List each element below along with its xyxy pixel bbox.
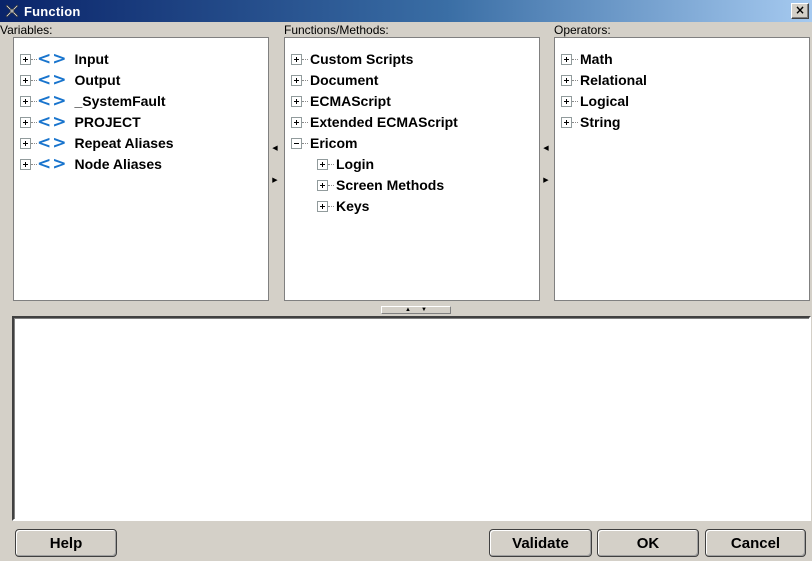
expand-icon[interactable]	[20, 95, 31, 107]
close-button[interactable]: ×	[791, 3, 809, 19]
tree-item-label: Document	[310, 72, 379, 88]
tree-item-document[interactable]: Document	[291, 69, 378, 91]
tree-item-label: Repeat Aliases	[74, 135, 174, 151]
horizontal-splitter[interactable]: ▲ ▼	[381, 306, 451, 314]
expand-icon[interactable]	[561, 95, 572, 107]
tree-item-label: ECMAScript	[310, 93, 391, 109]
tree-item-label: Relational	[580, 72, 647, 88]
operators-panel[interactable]: Math Relational Logical String	[554, 37, 810, 301]
tree-item-label: Login	[336, 156, 375, 172]
arrow-left-icon[interactable]: ◀	[272, 144, 277, 152]
expand-icon[interactable]	[317, 200, 328, 212]
arrow-right-icon[interactable]: ▶	[272, 176, 277, 184]
operators-label: Operators:	[554, 23, 611, 37]
tree-item-label: Output	[74, 72, 121, 88]
tree-item-custom-scripts[interactable]: Custom Scripts	[291, 48, 413, 70]
expand-icon[interactable]	[20, 53, 31, 65]
tree-item-label: String	[580, 114, 621, 130]
expand-icon[interactable]	[291, 53, 302, 65]
variable-icon: <>	[37, 70, 68, 90]
window-title: Function	[24, 3, 81, 19]
tree-item-extended-ecmascript[interactable]: Extended ECMAScript	[291, 111, 458, 133]
collapse-icon[interactable]	[291, 137, 302, 149]
tree-item-label: Extended ECMAScript	[310, 114, 458, 130]
expand-icon[interactable]	[317, 158, 328, 170]
variable-icon: <>	[37, 49, 68, 69]
tree-item-label: PROJECT	[74, 114, 141, 130]
validate-button[interactable]: Validate	[489, 529, 592, 557]
tree-item-label: Logical	[580, 93, 630, 109]
expand-icon[interactable]	[317, 179, 328, 191]
ok-button[interactable]: OK	[597, 529, 699, 557]
tree-item-label: _SystemFault	[74, 93, 166, 109]
tree-item-label: Ericom	[310, 135, 358, 151]
close-icon: ×	[794, 3, 806, 17]
tree-item-math[interactable]: Math	[561, 48, 613, 70]
help-button[interactable]: Help	[15, 529, 117, 557]
tree-item-systemfault[interactable]: <> _SystemFault	[20, 90, 166, 112]
app-icon	[4, 3, 20, 19]
tree-item-repeat-aliases[interactable]: <> Repeat Aliases	[20, 132, 174, 154]
functions-label: Functions/Methods:	[284, 23, 389, 37]
tree-item-node-aliases[interactable]: <> Node Aliases	[20, 153, 162, 175]
functions-panel[interactable]: Custom Scripts Document ECMAScript Exten…	[284, 37, 540, 301]
tree-item-label: Node Aliases	[74, 156, 162, 172]
tree-item-ericom[interactable]: Ericom	[291, 132, 357, 154]
expand-icon[interactable]	[291, 95, 302, 107]
variable-icon: <>	[37, 154, 68, 174]
expand-icon[interactable]	[20, 116, 31, 128]
tree-item-login[interactable]: Login	[317, 153, 374, 175]
expand-icon[interactable]	[561, 53, 572, 65]
expand-icon[interactable]	[291, 74, 302, 86]
variables-label: Variables:	[0, 23, 53, 37]
expand-icon[interactable]	[561, 116, 572, 128]
tree-item-logical[interactable]: Logical	[561, 90, 629, 112]
tree-item-input[interactable]: <> Input	[20, 48, 109, 70]
tree-item-project[interactable]: <> PROJECT	[20, 111, 141, 133]
title-bar: Function ×	[0, 0, 812, 22]
tree-item-keys[interactable]: Keys	[317, 195, 369, 217]
variable-icon: <>	[37, 112, 68, 132]
tree-item-label: Math	[580, 51, 613, 67]
arrow-right-icon[interactable]: ▶	[543, 176, 548, 184]
expand-icon[interactable]	[561, 74, 572, 86]
tree-item-ecmascript[interactable]: ECMAScript	[291, 90, 391, 112]
tree-item-label: Custom Scripts	[310, 51, 414, 67]
arrow-left-icon[interactable]: ◀	[543, 144, 548, 152]
tree-item-screen-methods[interactable]: Screen Methods	[317, 174, 444, 196]
cancel-button[interactable]: Cancel	[705, 529, 806, 557]
tree-item-output[interactable]: <> Output	[20, 69, 120, 91]
script-editor[interactable]	[12, 316, 811, 521]
vertical-splitter-right[interactable]: ◀ ▶	[543, 144, 549, 184]
expand-icon[interactable]	[20, 74, 31, 86]
arrow-down-icon[interactable]: ▼	[421, 307, 427, 313]
arrow-up-icon[interactable]: ▲	[405, 307, 411, 313]
tree-item-label: Screen Methods	[336, 177, 445, 193]
tree-item-relational[interactable]: Relational	[561, 69, 647, 91]
tree-item-label: Input	[74, 51, 109, 67]
expand-icon[interactable]	[20, 137, 31, 149]
tree-item-string[interactable]: String	[561, 111, 620, 133]
expand-icon[interactable]	[291, 116, 302, 128]
variable-icon: <>	[37, 133, 68, 153]
vertical-splitter-left[interactable]: ◀ ▶	[272, 144, 278, 184]
variables-panel[interactable]: <> Input <> Output <> _SystemFault <> PR…	[13, 37, 269, 301]
variable-icon: <>	[37, 91, 68, 111]
expand-icon[interactable]	[20, 158, 31, 170]
tree-item-label: Keys	[336, 198, 370, 214]
